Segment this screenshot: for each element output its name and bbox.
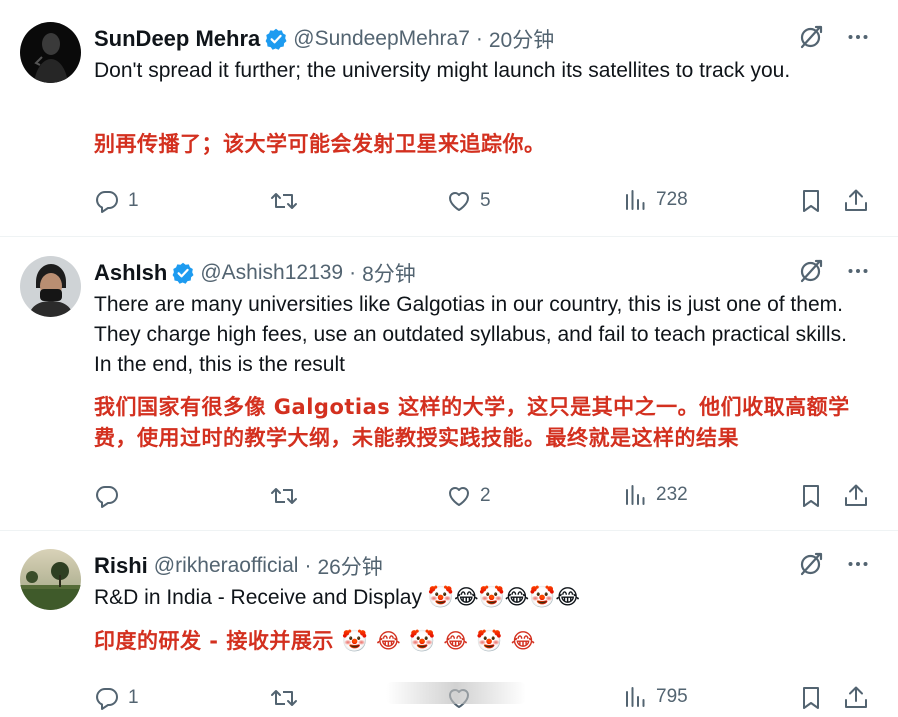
handle[interactable]: @Ashish12139 bbox=[200, 261, 343, 285]
tweet-translation: 我们国家有很多像 Galgotias 这样的大学，这只是其中之一。他们收取高额学… bbox=[94, 395, 850, 450]
timestamp[interactable]: 20分钟 bbox=[489, 24, 554, 54]
views-count: 795 bbox=[656, 686, 688, 707]
display-name[interactable]: AshIsh bbox=[94, 260, 167, 286]
share-icon bbox=[843, 188, 869, 214]
more-icon[interactable] bbox=[846, 25, 870, 49]
retweet-icon bbox=[270, 685, 298, 711]
retweet-icon bbox=[270, 188, 298, 214]
reply-count: 1 bbox=[128, 190, 139, 211]
views-count: 728 bbox=[656, 189, 688, 210]
like-count: 2 bbox=[480, 485, 491, 506]
retweet-icon bbox=[270, 483, 298, 509]
bookmark-button[interactable] bbox=[799, 685, 823, 711]
grok-icon[interactable] bbox=[798, 24, 824, 50]
timestamp[interactable]: 26分钟 bbox=[317, 551, 382, 581]
display-name[interactable]: SunDeep Mehra bbox=[94, 26, 260, 52]
bookmark-icon bbox=[799, 483, 823, 509]
views-button[interactable]: 232 bbox=[624, 483, 688, 507]
reply-count: 1 bbox=[128, 687, 139, 708]
bookmark-button[interactable] bbox=[799, 483, 823, 509]
handle[interactable]: @rikheraofficial bbox=[154, 554, 299, 578]
tweet-text: Don't spread it further; the university … bbox=[94, 59, 791, 82]
timestamp[interactable]: 8分钟 bbox=[362, 258, 416, 288]
views-button[interactable]: 795 bbox=[624, 685, 688, 709]
display-name[interactable]: Rishi bbox=[94, 553, 148, 579]
reply-button[interactable]: 1 bbox=[94, 685, 139, 711]
share-button[interactable] bbox=[843, 188, 869, 214]
grok-icon[interactable] bbox=[798, 258, 824, 284]
more-icon[interactable] bbox=[846, 552, 870, 576]
verified-badge-icon bbox=[265, 28, 287, 50]
views-icon bbox=[624, 483, 648, 507]
reply-button[interactable]: 1 bbox=[94, 188, 139, 214]
action-bar: 1 5 728 bbox=[94, 188, 870, 218]
top-actions bbox=[798, 551, 870, 577]
tweet[interactable]: AshIsh @Ashish12139 · 8分钟 There are many… bbox=[0, 237, 898, 531]
top-actions bbox=[798, 24, 870, 50]
grok-icon[interactable] bbox=[798, 551, 824, 577]
bookmark-icon bbox=[799, 188, 823, 214]
retweet-button[interactable] bbox=[270, 483, 306, 509]
tweet-header: SunDeep Mehra @SundeepMehra7 · 20分钟 bbox=[94, 24, 554, 54]
retweet-button[interactable] bbox=[270, 188, 306, 214]
share-button[interactable] bbox=[843, 483, 869, 509]
retweet-button[interactable] bbox=[270, 685, 306, 711]
verified-badge-icon bbox=[172, 262, 194, 284]
tweet-text: R&D in India - Receive and Display 🤡😂🤡😂🤡… bbox=[94, 586, 580, 609]
like-count: 5 bbox=[480, 190, 491, 211]
tweet-translation: 印度的研发 - 接收并展示 🤡 😂 🤡 😂 🤡 😂 bbox=[94, 629, 536, 653]
top-actions bbox=[798, 258, 870, 284]
like-icon bbox=[446, 483, 472, 509]
handle[interactable]: @SundeepMehra7 bbox=[293, 27, 470, 51]
bookmark-icon bbox=[799, 685, 823, 711]
tweet[interactable]: SunDeep Mehra @SundeepMehra7 · 20分钟 Don'… bbox=[0, 0, 898, 237]
avatar[interactable] bbox=[20, 22, 81, 83]
tweet-translation: 别再传播了；该大学可能会发射卫星来追踪你。 bbox=[94, 132, 546, 156]
reply-icon bbox=[94, 685, 120, 711]
reply-icon bbox=[94, 483, 120, 509]
share-button[interactable] bbox=[843, 685, 869, 711]
tweet-header: AshIsh @Ashish12139 · 8分钟 bbox=[94, 258, 416, 288]
like-button[interactable]: 2 bbox=[446, 483, 491, 509]
views-count: 232 bbox=[656, 484, 688, 505]
separator: · bbox=[475, 27, 483, 50]
action-bar: 2 232 bbox=[94, 483, 870, 513]
tweet-text: There are many universities like Galgoti… bbox=[94, 293, 847, 376]
like-button[interactable]: 5 bbox=[446, 188, 491, 214]
more-icon[interactable] bbox=[846, 259, 870, 283]
separator: · bbox=[304, 554, 312, 577]
avatar[interactable] bbox=[20, 256, 81, 317]
reply-button[interactable] bbox=[94, 483, 128, 509]
tweet-header: Rishi @rikheraofficial · 26分钟 bbox=[94, 551, 383, 581]
like-icon bbox=[446, 188, 472, 214]
horizontal-scroll-indicator[interactable] bbox=[386, 682, 526, 704]
bookmark-button[interactable] bbox=[799, 188, 823, 214]
share-icon bbox=[843, 483, 869, 509]
views-button[interactable]: 728 bbox=[624, 188, 688, 212]
avatar[interactable] bbox=[20, 549, 81, 610]
separator: · bbox=[349, 261, 357, 284]
views-icon bbox=[624, 685, 648, 709]
views-icon bbox=[624, 188, 648, 212]
reply-icon bbox=[94, 188, 120, 214]
share-icon bbox=[843, 685, 869, 711]
